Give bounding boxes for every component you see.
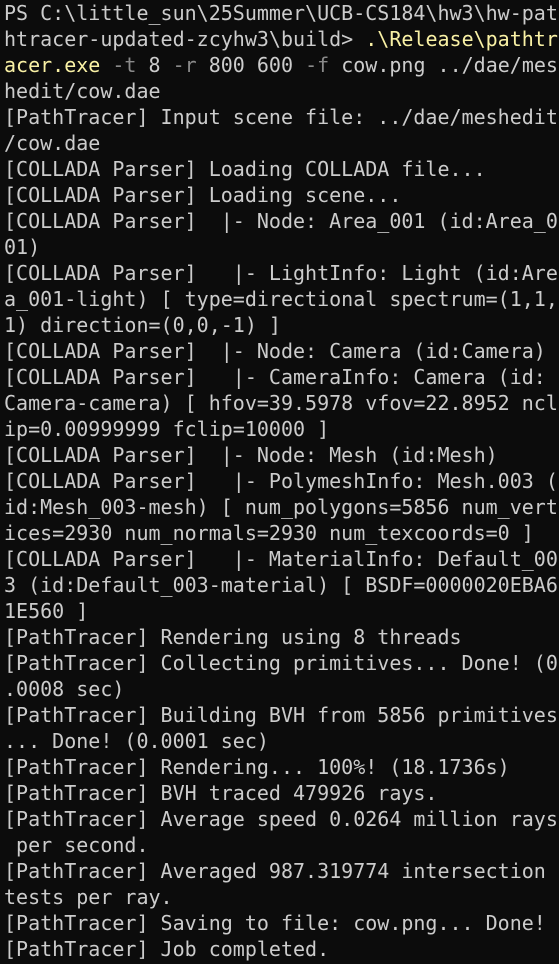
output-line: [PathTracer] Job completed. [4,937,330,961]
output-line: [PathTracer] Input scene file: ../dae/me… [4,105,558,129]
output-line: ip=0.00999999 fclip=10000 ] [4,417,330,441]
output-line: .0008 sec) [4,677,125,701]
output-line: [COLLADA Parser] Loading COLLADA file... [4,157,486,181]
prompt-text: htracer-updated-zcyhw3\build> [4,27,366,51]
output-line: [COLLADA Parser] |- MaterialInfo: Defaul… [4,547,558,571]
command-flag: -r [172,53,197,77]
command-text: .\Release\pathtr [365,27,558,51]
command-argument: hedit/cow.dae [4,79,161,103]
command-line: htracer-updated-zcyhw3\build> .\Release\… [4,26,559,52]
output-line: 1) direction=(0,0,-1) ] [4,313,281,337]
output-line: [PathTracer] Rendering... 100%! (18.1736… [4,755,510,779]
command-argument: 800 600 [196,53,306,77]
command-line: hedit/cow.dae [4,78,559,104]
command-flag: -t [112,53,137,77]
terminal-window[interactable]: PS C:\little_sun\25Summer\UCB-CS184\hw3\… [0,0,559,964]
output-line: [PathTracer] Collecting primitives... Do… [4,651,558,675]
output-line: [PathTracer] BVH traced 479926 rays. [4,781,438,805]
output-line: tests per ray. [4,885,173,909]
output-line: [COLLADA Parser] |- Node: Camera (id:Cam… [4,339,546,363]
command-flag: -f [305,53,330,77]
output-line: [PathTracer] Averaged 987.319774 interse… [4,859,546,883]
output-line: ices=2930 num_normals=2930 num_texcoords… [4,521,534,545]
output-line: [PathTracer] Building BVH from 5856 prim… [4,703,558,727]
output-line: [COLLADA Parser] |- LightInfo: Light (id… [4,261,558,285]
output-line: [COLLADA Parser] |- PolymeshInfo: Mesh.0… [4,469,558,493]
command-argument: cow.png ../dae/mes [329,53,558,77]
output-line: ... Done! (0.0001 sec) [4,729,269,753]
prompt-text: PS C:\little_sun\25Summer\UCB-CS184\hw3\… [4,1,558,25]
output-line: [COLLADA Parser] |- Node: Mesh (id:Mesh) [4,443,498,467]
command-text: acer.exe [4,53,101,77]
output-line: a_001-light) [ type=directional spectrum… [4,287,558,311]
terminal-output: PS C:\little_sun\25Summer\UCB-CS184\hw3\… [4,0,559,962]
output-line: /cow.dae [4,131,101,155]
output-line: 3 (id:Default_003-material) [ BSDF=00000… [4,573,558,597]
output-line: [COLLADA Parser] |- CameraInfo: Camera (… [4,365,546,389]
output-line: id:Mesh_003-mesh) [ num_polygons=5856 nu… [4,495,558,519]
output-line: [COLLADA Parser] |- Node: Area_001 (id:A… [4,209,558,233]
command-argument [100,53,112,77]
command-argument: 8 [136,53,173,77]
output-line: per second. [4,833,149,857]
output-line: [PathTracer] Rendering using 8 threads [4,625,462,649]
command-line: PS C:\little_sun\25Summer\UCB-CS184\hw3\… [4,0,559,26]
output-line: 1E560 ] [4,599,89,623]
output-line: [COLLADA Parser] Loading scene... [4,183,402,207]
output-line: [PathTracer] Average speed 0.0264 millio… [4,807,558,831]
command-line: acer.exe -t 8 -r 800 600 -f cow.png ../d… [4,52,559,78]
output-line: [PathTracer] Saving to file: cow.png... … [4,911,546,935]
output-line: 01) [4,235,41,259]
output-line: Camera-camera) [ hfov=39.5978 vfov=22.89… [4,391,558,415]
